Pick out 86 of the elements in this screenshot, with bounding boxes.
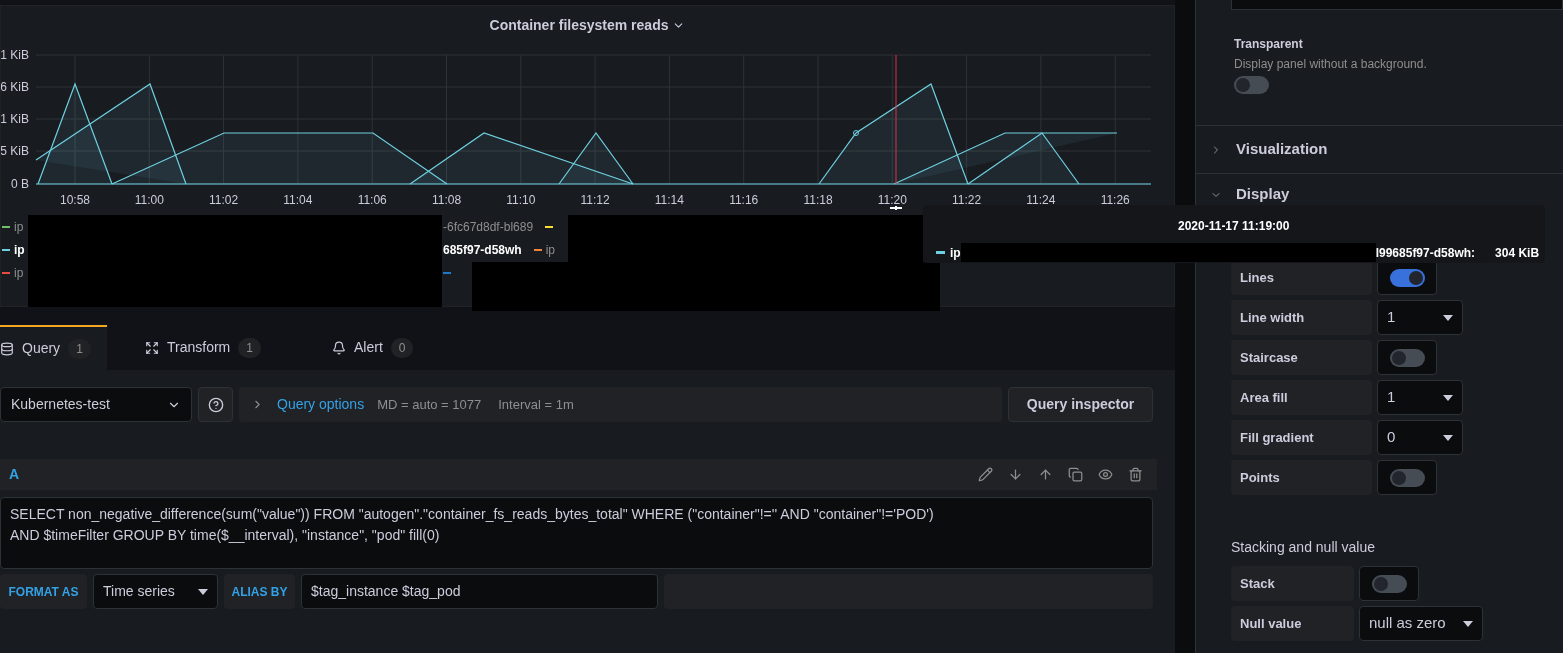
caret-icon (1443, 394, 1453, 401)
legend-label[interactable]: -6fc67d8df-bl689 (443, 217, 534, 236)
y-axis-label: 6 KiB (1, 80, 29, 94)
x-axis-label: 11:26 (1100, 193, 1130, 207)
query-textarea[interactable]: SELECT non_negative_difference(sum("value")) FROM "autogen"."container_fs_reads_bytes_total" WHERE ("container"!='' AND "container"!='POD') AND $timeFilter GROUP BY time($__interval), "instance", "pod" fill(0) (0, 497, 1153, 569)
y-axis-label: 0 B (11, 177, 29, 191)
toggle-switch[interactable] (1389, 468, 1425, 487)
option-label: Staircase (1231, 340, 1372, 375)
select-field[interactable]: 1 (1377, 380, 1463, 415)
x-axis-label: 11:14 (654, 193, 684, 207)
caret-icon (1443, 314, 1453, 321)
select-field[interactable]: null as zero (1359, 606, 1483, 641)
query-ref-label[interactable]: A (9, 464, 20, 485)
eye-icon[interactable] (1098, 467, 1113, 482)
help-icon (207, 396, 224, 413)
bell-icon (332, 340, 346, 355)
option-label: Points (1231, 460, 1372, 495)
y-axis-label: 1 KiB (1, 112, 29, 126)
help-button[interactable] (198, 387, 233, 422)
datasource-select[interactable]: Kubernetes-test (0, 387, 192, 422)
count-badge: 1 (68, 338, 91, 359)
arrow-down-icon[interactable] (1008, 467, 1023, 482)
expand-arrows-icon (145, 340, 159, 355)
database-icon (0, 341, 14, 356)
format-as-label: FORMAT AS (0, 574, 87, 609)
alias-input[interactable]: $tag_instance $tag_pod (301, 574, 658, 609)
max-data-points-text: MD = auto = 1077 (377, 395, 482, 414)
x-axis-label: 10:58 (60, 193, 90, 207)
x-axis-label: 11:16 (729, 193, 759, 207)
x-axis-label: 11:22 (952, 193, 982, 207)
transparent-description: Display panel without a background. (1234, 56, 1428, 73)
legend-label[interactable]: ip (14, 240, 25, 259)
section-header[interactable]: Visualization (1196, 125, 1563, 173)
x-axis-label: 11:04 (283, 193, 313, 207)
legend-label[interactable]: 685f97-d58wh (443, 240, 522, 259)
select-field[interactable]: 1 (1377, 300, 1463, 335)
toggle-switch[interactable] (1389, 348, 1425, 367)
toggle-switch[interactable] (1389, 268, 1425, 287)
caret-icon (1463, 620, 1473, 627)
legend-label[interactable]: ip (14, 217, 24, 236)
tooltip-time: 2020-11-17 11:19:00 (1178, 218, 1291, 235)
alias-by-label: ALIAS BY (224, 574, 295, 609)
x-axis-label: 11:00 (134, 193, 164, 207)
count-badge: 0 (390, 337, 414, 358)
x-axis-label: 11:02 (209, 193, 239, 207)
option-label: Null value (1231, 606, 1354, 641)
tooltip-series-name: l99685f97-d58wh: (1375, 244, 1476, 262)
y-axis-label: 5 KiB (1, 144, 29, 158)
format-select[interactable]: Time series (93, 574, 218, 609)
option-label: Stack (1231, 566, 1354, 601)
option-label: Line width (1231, 300, 1372, 335)
toggle-switch[interactable] (1371, 574, 1407, 593)
y-axis-label: 1 KiB (1, 48, 29, 62)
toggle-switch[interactable] (1234, 76, 1269, 94)
x-axis-label: 11:12 (580, 193, 610, 207)
trash-icon[interactable] (1128, 467, 1143, 482)
caret-icon (198, 588, 208, 595)
editor-tab[interactable]: Transform 1 (107, 325, 297, 370)
option-label: Area fill (1231, 380, 1372, 415)
transparent-label: Transparent (1234, 36, 1304, 53)
editor-tab[interactable]: Alert 0 (297, 325, 447, 370)
stacking-heading: Stacking and null value (1231, 538, 1376, 557)
legend-label[interactable]: ip (545, 240, 556, 259)
count-badge: 1 (238, 337, 261, 358)
editor-tab[interactable]: Query 1 (0, 325, 107, 370)
option-label: Fill gradient (1231, 420, 1372, 455)
query-options-bar[interactable]: Query options MD = auto = 1077 Interval = 1m (239, 387, 1002, 422)
x-axis-label: 11:10 (506, 193, 536, 207)
interval-text: Interval = 1m (498, 395, 574, 414)
query-options-label[interactable]: Query options (277, 394, 365, 415)
tooltip-value: 304 KiB (1495, 244, 1540, 262)
pencil-icon[interactable] (978, 467, 993, 482)
copy-icon[interactable] (1068, 467, 1083, 482)
select-field[interactable]: 0 (1377, 420, 1463, 455)
panel-title[interactable]: Container filesystem reads (489, 14, 669, 36)
x-axis-label: 11:06 (357, 193, 387, 207)
x-axis-label: 11:24 (1026, 193, 1056, 207)
caret-icon (1443, 434, 1453, 441)
tooltip-series-name: ip (950, 244, 961, 262)
text-field[interactable] (1231, 0, 1563, 10)
x-axis-label: 11:08 (431, 193, 462, 207)
x-axis-label: 11:20 (877, 193, 907, 207)
data-point-marker (853, 130, 859, 136)
x-axis-label: 11:18 (803, 193, 833, 207)
legend-label[interactable]: ip (14, 263, 24, 282)
query-inspector-button[interactable]: Query inspector (1008, 387, 1153, 422)
